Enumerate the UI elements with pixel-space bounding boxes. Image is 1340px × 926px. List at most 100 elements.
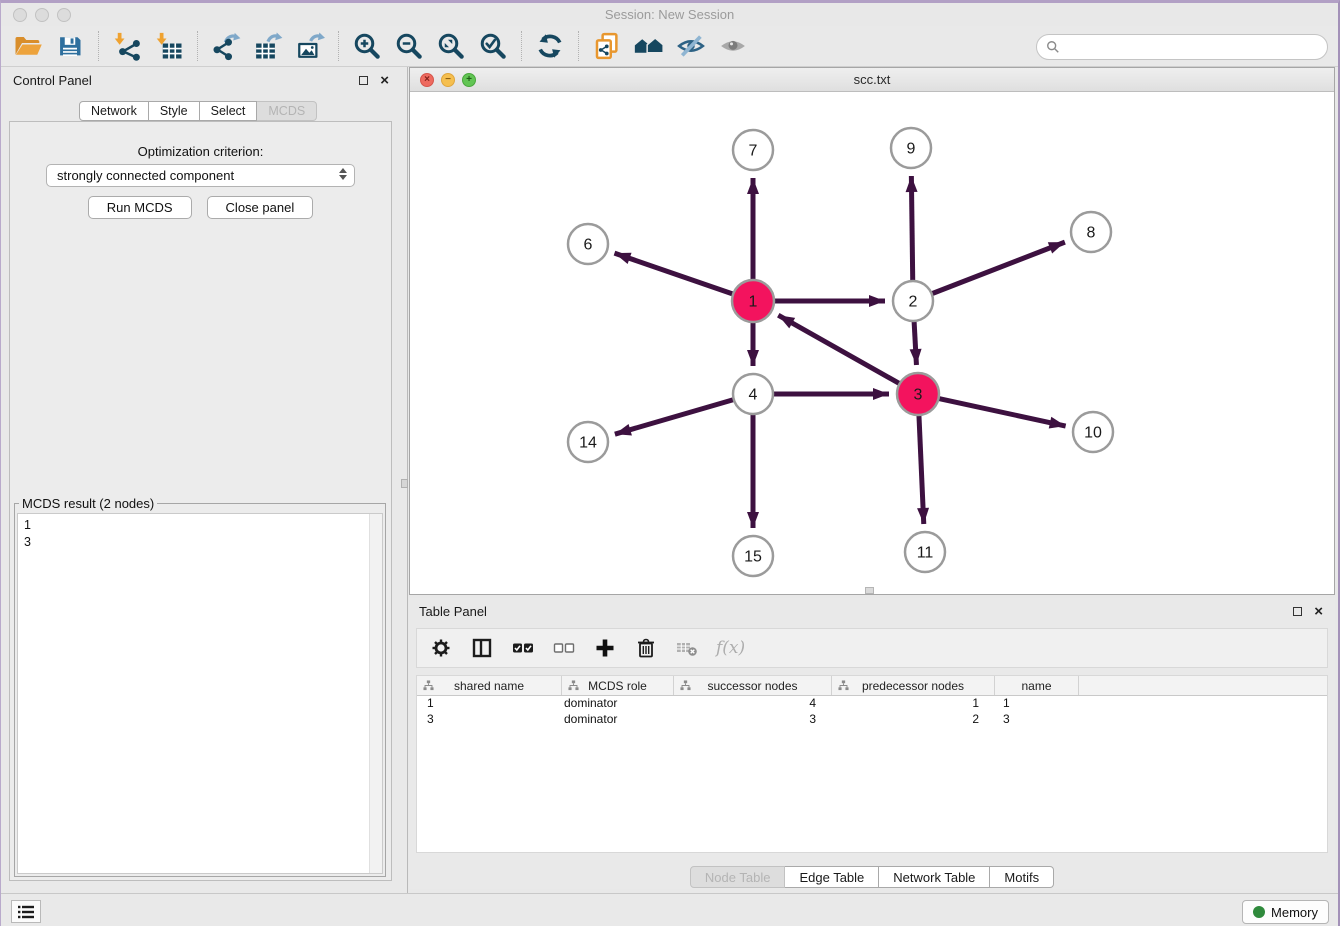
result-scrollbar[interactable] — [369, 514, 382, 873]
graph-edge-3-11[interactable] — [919, 413, 924, 524]
zoom-in-icon[interactable] — [346, 29, 388, 63]
close-panel-button[interactable]: Close panel — [207, 196, 314, 219]
float-table-panel-icon[interactable] — [1293, 607, 1302, 616]
svg-text:1: 1 — [749, 294, 758, 311]
graph-node-3[interactable]: 3 — [897, 373, 939, 415]
criterion-dropdown[interactable]: strongly connected component — [46, 164, 355, 187]
graph-node-6[interactable]: 6 — [568, 224, 608, 264]
zoom-fit-icon[interactable] — [430, 29, 472, 63]
zoom-selected-icon[interactable] — [472, 29, 514, 63]
table-row[interactable]: 3dominator323 — [417, 712, 1327, 728]
column-header-predecessor-nodes[interactable]: predecessor nodes — [832, 676, 995, 695]
graph-node-9[interactable]: 9 — [891, 128, 931, 168]
node-table: shared nameMCDS rolesuccessor nodesprede… — [416, 675, 1328, 853]
svg-text:11: 11 — [917, 545, 934, 562]
svg-text:14: 14 — [579, 435, 597, 452]
table-cell[interactable]: 1 — [995, 696, 1079, 712]
os-titlebar: Session: New Session — [1, 3, 1338, 26]
table-options-icon[interactable] — [429, 636, 453, 660]
graph-node-11[interactable]: 11 — [905, 532, 945, 572]
table-cell[interactable]: 3 — [995, 712, 1079, 728]
graph-edge-1-6[interactable] — [614, 253, 735, 295]
mcds-result-list[interactable]: 13 — [18, 514, 382, 554]
deselect-all-checkbox-icon[interactable] — [552, 636, 576, 660]
show-all-icon[interactable] — [712, 29, 754, 63]
delete-table-icon[interactable] — [675, 636, 699, 660]
export-network-icon[interactable] — [205, 29, 247, 63]
graph-edge-4-14[interactable] — [615, 399, 736, 434]
graph-node-1[interactable]: 1 — [732, 280, 774, 322]
first-neighbors-icon[interactable] — [628, 29, 670, 63]
export-image-icon[interactable] — [289, 29, 331, 63]
table-cell[interactable]: dominator — [562, 696, 674, 712]
canvas-grip[interactable] — [865, 587, 874, 594]
table-cell[interactable]: 3 — [417, 712, 562, 728]
graph-edge-3-1[interactable] — [778, 315, 901, 384]
mcds-result-node: 1 — [24, 517, 376, 534]
graph-edge-2-3[interactable] — [914, 319, 916, 365]
network-canvas[interactable]: 7 9 6 8 1 2 4 3 14 10 15 11 — [410, 92, 1334, 594]
select-all-checkbox-icon[interactable] — [511, 636, 535, 660]
column-header-shared-name[interactable]: shared name — [417, 676, 562, 695]
float-panel-icon[interactable] — [359, 76, 368, 85]
graph-node-10[interactable]: 10 — [1073, 412, 1113, 452]
table-cell[interactable]: 4 — [674, 696, 832, 712]
task-history-button[interactable] — [11, 900, 41, 923]
copy-network-icon[interactable] — [586, 29, 628, 63]
add-column-icon[interactable] — [593, 636, 617, 660]
table-row[interactable]: 1dominator411 — [417, 696, 1327, 712]
import-table-icon[interactable] — [148, 29, 190, 63]
table-cell[interactable]: 1 — [832, 696, 995, 712]
svg-text:15: 15 — [744, 549, 762, 566]
tab-style[interactable]: Style — [149, 101, 200, 121]
tab-select[interactable]: Select — [200, 101, 258, 121]
close-panel-icon[interactable]: × — [380, 76, 389, 85]
dropdown-stepper-icon — [339, 168, 347, 180]
hide-selected-icon[interactable] — [670, 29, 712, 63]
graph-node-2[interactable]: 2 — [893, 281, 933, 321]
memory-button[interactable]: Memory — [1242, 900, 1329, 924]
table-cell[interactable]: 3 — [674, 712, 832, 728]
tab-edge-table[interactable]: Edge Table — [785, 866, 879, 888]
column-header-MCDS-role[interactable]: MCDS role — [562, 676, 674, 695]
graph-node-8[interactable]: 8 — [1071, 212, 1111, 252]
function-builder-icon[interactable]: f(x) — [716, 638, 745, 658]
tab-network[interactable]: Network — [79, 101, 149, 121]
criterion-value: strongly connected component — [57, 168, 234, 183]
import-network-icon[interactable] — [106, 29, 148, 63]
close-table-panel-icon[interactable]: × — [1314, 607, 1323, 616]
control-panel-title: Control Panel — [13, 73, 92, 88]
save-session-icon[interactable] — [49, 29, 91, 63]
search-field[interactable] — [1036, 34, 1328, 60]
main-toolbar — [1, 26, 1338, 67]
mcds-result-title: MCDS result (2 nodes) — [19, 496, 157, 511]
table-cell[interactable]: dominator — [562, 712, 674, 728]
export-table-icon[interactable] — [247, 29, 289, 63]
graph-edge-2-8[interactable] — [930, 242, 1065, 294]
panel-splitter[interactable] — [401, 67, 408, 893]
tab-mcds[interactable]: MCDS — [257, 101, 317, 121]
graph-node-4[interactable]: 4 — [733, 374, 773, 414]
refresh-layout-icon[interactable] — [529, 29, 571, 63]
table-cell[interactable]: 1 — [417, 696, 562, 712]
graph-edge-3-10[interactable] — [937, 398, 1066, 426]
table-cell[interactable]: 2 — [832, 712, 995, 728]
graph-edge-2-9[interactable] — [911, 176, 912, 283]
graph-node-15[interactable]: 15 — [733, 536, 773, 576]
search-input[interactable] — [1065, 37, 1327, 57]
graph-node-7[interactable]: 7 — [733, 130, 773, 170]
tab-node-table[interactable]: Node Table — [690, 866, 786, 888]
splitter-grip[interactable] — [401, 479, 408, 488]
tab-motifs[interactable]: Motifs — [990, 866, 1054, 888]
delete-column-icon[interactable] — [634, 636, 658, 660]
graph-node-14[interactable]: 14 — [568, 422, 608, 462]
zoom-out-icon[interactable] — [388, 29, 430, 63]
tab-network-table[interactable]: Network Table — [879, 866, 990, 888]
show-columns-icon[interactable] — [470, 636, 494, 660]
run-mcds-button[interactable]: Run MCDS — [88, 196, 192, 219]
column-header-successor-nodes[interactable]: successor nodes — [674, 676, 832, 695]
column-header-name[interactable]: name — [995, 676, 1079, 695]
network-graph[interactable]: 7 9 6 8 1 2 4 3 14 10 15 11 — [410, 92, 1334, 594]
network-window-titlebar[interactable]: × − + scc.txt — [410, 68, 1334, 92]
open-session-icon[interactable] — [7, 29, 49, 63]
